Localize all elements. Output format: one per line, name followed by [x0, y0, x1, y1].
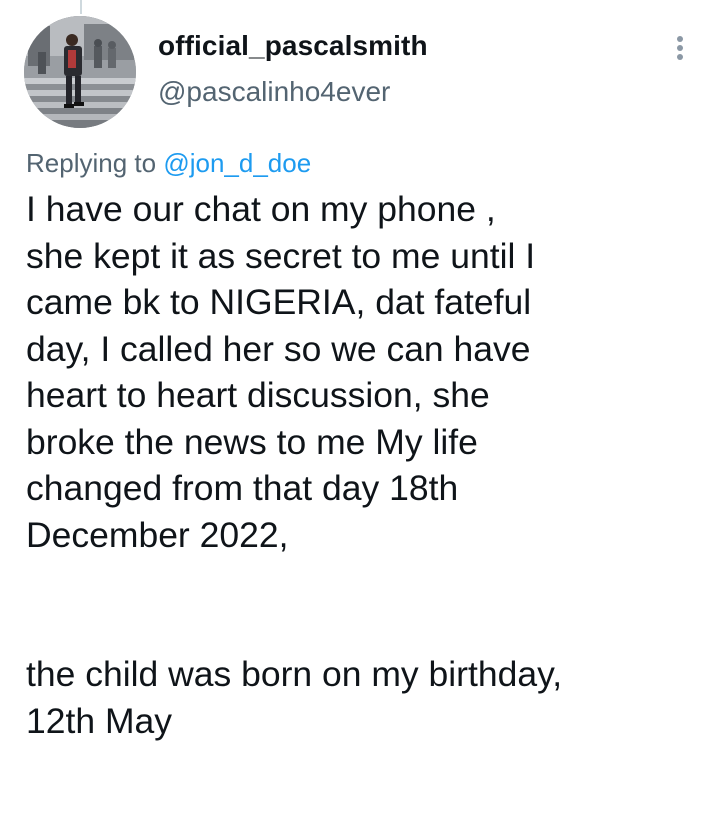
- tweet-paragraph: I have our chat on my phone , she kept i…: [26, 189, 536, 555]
- replying-to-label: Replying to: [26, 148, 164, 178]
- replying-to-line: Replying to @jon_d_doe: [26, 148, 311, 179]
- tweet: official_pascalsmith @pascalinho4ever Re…: [0, 0, 720, 815]
- author-handle[interactable]: @pascalinho4ever: [158, 76, 390, 108]
- thread-connector-line: [80, 0, 82, 14]
- tweet-paragraph: the child was born on my birthday, 12th …: [26, 654, 563, 741]
- avatar-photo: [24, 16, 136, 128]
- tweet-text: I have our chat on my phone , she kept i…: [26, 186, 706, 744]
- reply-mention-link[interactable]: @jon_d_doe: [163, 148, 311, 178]
- author-display-name[interactable]: official_pascalsmith: [158, 30, 428, 62]
- more-options-button[interactable]: [664, 30, 696, 66]
- avatar[interactable]: [24, 16, 136, 128]
